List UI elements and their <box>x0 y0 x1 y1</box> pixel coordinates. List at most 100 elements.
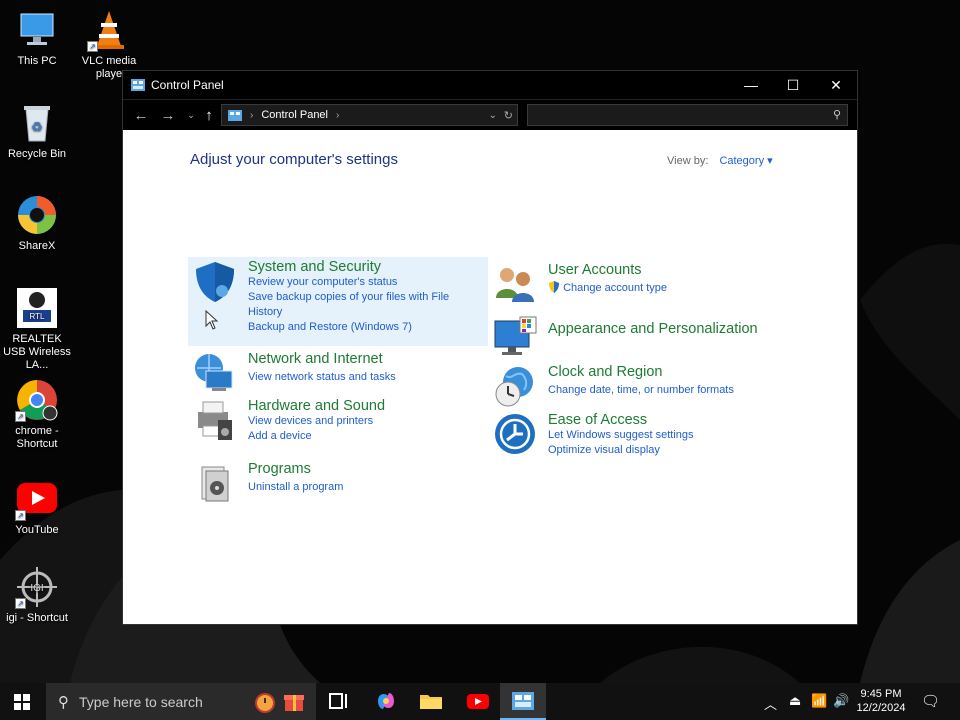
taskbar: ⚲ Type here to search ︿ ⏏ 📶 🔊 9:45 PM 12… <box>0 683 960 720</box>
network-globe-icon <box>195 354 233 391</box>
desktop-icon-realtek[interactable]: RTL REALTEK USB Wireless LA... <box>0 286 74 372</box>
printer-icon <box>198 401 232 440</box>
category-title[interactable]: Clock and Region <box>548 364 734 380</box>
window-titlebar[interactable]: Control Panel — ☐ ✕ <box>123 71 857 99</box>
category-title[interactable]: Ease of Access <box>548 412 694 428</box>
desktop-icon-label: YouTube <box>15 524 59 536</box>
notifications-icon[interactable]: 🗨 <box>921 692 940 710</box>
desktop-icon-this-pc[interactable]: This PC <box>0 8 74 68</box>
taskbar-search-placeholder[interactable]: Type here to search <box>79 694 203 710</box>
link-uninstall[interactable]: Uninstall a program <box>248 480 343 495</box>
volume-icon[interactable]: 🔊 <box>833 693 849 709</box>
youtube-icon: ↗ <box>15 477 59 521</box>
clock-globe-icon <box>495 367 533 407</box>
address-box[interactable]: › Control Panel › ⌄ ↻ <box>221 104 518 126</box>
refresh-icon[interactable]: ↻ <box>504 109 513 122</box>
chevron-right-icon[interactable]: › <box>336 110 339 121</box>
svg-text:IGI: IGI <box>30 583 43 594</box>
link-review-status[interactable]: Review your computer's status <box>248 275 449 290</box>
desktop-icon-recycle-bin[interactable]: ♻ Recycle Bin <box>0 101 74 161</box>
breadcrumb-control-panel[interactable]: Control Panel <box>261 109 328 121</box>
wifi-icon[interactable]: 📶 <box>811 693 827 709</box>
category-title[interactable]: Hardware and Sound <box>248 398 385 414</box>
forward-button[interactable]: → <box>156 107 180 124</box>
link-change-date-time[interactable]: Change date, time, or number formats <box>548 383 734 398</box>
ease-of-access-icon <box>495 414 535 454</box>
link-backup-restore[interactable]: Backup and Restore (Windows 7) <box>248 320 449 335</box>
search-control-panel-input[interactable]: ⚲ <box>527 104 848 126</box>
desktop-icon-chrome[interactable]: ↗ chrome - Shortcut <box>0 378 74 451</box>
taskbar-search-box[interactable]: ⚲ Type here to search <box>46 683 316 720</box>
link-network-status[interactable]: View network status and tasks <box>248 370 396 385</box>
task-view-icon[interactable] <box>326 689 352 713</box>
usb-device-icon[interactable]: ⏏ <box>789 693 801 709</box>
recycle-bin-icon: ♻ <box>15 101 59 145</box>
igi-icon: IGI ↗ <box>15 565 59 609</box>
link-label[interactable]: Change account type <box>563 282 667 294</box>
category-title[interactable]: Programs <box>248 461 343 477</box>
category-title[interactable]: User Accounts <box>548 262 667 278</box>
close-button[interactable]: ✕ <box>814 71 858 99</box>
desktop-icon-label: Recycle Bin <box>7 148 67 160</box>
copilot-icon[interactable] <box>373 689 399 713</box>
view-by: View by: Category ▾ <box>667 154 773 167</box>
vlc-icon: ↗ <box>87 8 131 52</box>
shortcut-arrow-icon: ↗ <box>15 598 26 609</box>
alarm-clock-icon <box>255 693 275 713</box>
search-icon: ⚲ <box>832 109 841 121</box>
control-panel-window[interactable]: Control Panel — ☐ ✕ ← → ⌄ ↑ › Control Pa… <box>122 70 858 625</box>
link-save-backup-cont[interactable]: History <box>248 305 449 320</box>
desktop-icon-label: This PC <box>17 55 57 67</box>
page-title: Adjust your computer's settings <box>190 151 398 168</box>
window-title: Control Panel <box>151 78 224 92</box>
view-by-dropdown[interactable]: Category ▾ <box>719 155 772 167</box>
link-change-account-type[interactable]: Change account type <box>548 281 667 296</box>
desktop-icon-label: chrome - Shortcut <box>15 425 59 450</box>
desktop-icon-label: igi - Shortcut <box>6 612 68 624</box>
control-panel-icon <box>131 79 145 91</box>
desktop-icon-igi[interactable]: IGI ↗ igi - Shortcut <box>0 565 74 625</box>
search-icon: ⚲ <box>58 693 69 711</box>
desktop-icon-label: REALTEK USB Wireless LA... <box>3 333 71 371</box>
clock[interactable]: 9:45 PM 12/2/2024 <box>855 687 907 715</box>
category-title[interactable]: Network and Internet <box>248 351 396 367</box>
up-button[interactable]: ↑ <box>197 107 221 124</box>
desktop-icon-sharex[interactable]: ShareX <box>0 193 74 253</box>
back-button[interactable]: ← <box>129 107 153 124</box>
clock-time: 9:45 PM <box>860 688 902 700</box>
programs-icon <box>201 466 229 502</box>
svg-text:♻: ♻ <box>31 119 43 134</box>
chevron-right-icon: › <box>250 109 254 121</box>
maximize-button[interactable]: ☐ <box>771 71 815 99</box>
view-by-label: View by: <box>667 155 709 167</box>
shortcut-arrow-icon: ↗ <box>15 510 26 521</box>
this-pc-icon <box>15 8 59 52</box>
minimize-button[interactable]: — <box>729 71 773 99</box>
link-suggest-settings[interactable]: Let Windows suggest settings <box>548 428 694 443</box>
chevron-up-icon[interactable]: ︿ <box>764 694 777 713</box>
link-optimize-display[interactable]: Optimize visual display <box>548 443 694 458</box>
link-add-device[interactable]: Add a device <box>248 429 385 444</box>
svg-text:RTL: RTL <box>30 312 46 321</box>
category-title[interactable]: System and Security <box>248 259 449 275</box>
control-panel-icon <box>228 109 242 121</box>
link-save-backup[interactable]: Save backup copies of your files with Fi… <box>248 290 449 305</box>
gift-icon <box>284 695 304 711</box>
chrome-icon: ↗ <box>15 378 59 422</box>
control-panel-icon <box>512 692 534 710</box>
appearance-monitor-icon <box>494 316 537 355</box>
link-view-devices[interactable]: View devices and printers <box>248 414 385 429</box>
windows-start-icon[interactable] <box>14 694 30 710</box>
address-bar-row: ← → ⌄ ↑ › Control Panel › ⌄ ↻ ⚲ <box>123 99 857 130</box>
shortcut-arrow-icon: ↗ <box>87 41 98 52</box>
taskbar-active-app[interactable] <box>500 683 546 720</box>
view-by-value[interactable]: Category <box>719 155 764 167</box>
desktop-icon-youtube[interactable]: ↗ YouTube <box>0 477 74 537</box>
youtube-icon[interactable] <box>465 689 491 713</box>
chevron-down-icon[interactable]: ⌄ <box>489 110 497 121</box>
file-explorer-icon[interactable] <box>418 689 444 713</box>
realtek-icon: RTL <box>15 286 59 330</box>
desktop-icon-label: ShareX <box>18 240 56 252</box>
control-panel-content: Adjust your computer's settings View by:… <box>123 130 857 624</box>
category-title[interactable]: Appearance and Personalization <box>548 321 758 337</box>
